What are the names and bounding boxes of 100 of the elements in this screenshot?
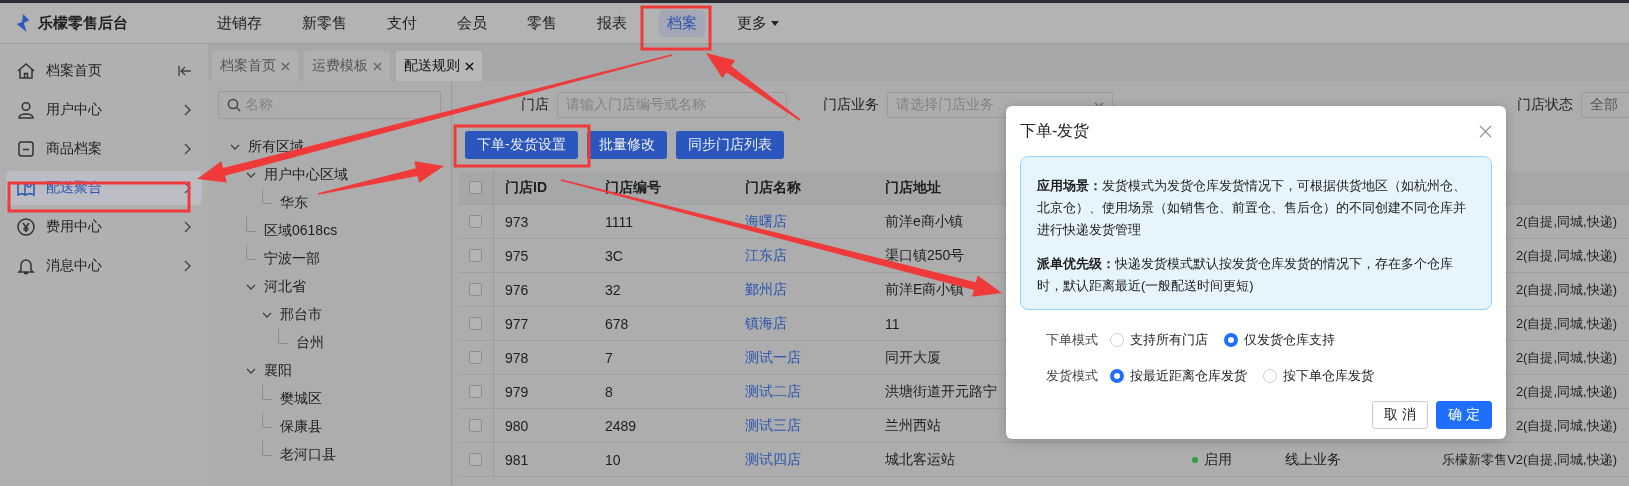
table-cell: 678 bbox=[605, 315, 629, 332]
checkbox[interactable] bbox=[469, 419, 482, 432]
table-cell: 洪塘街道开元路宁 bbox=[885, 382, 997, 401]
action-button[interactable]: 批量修改 bbox=[586, 131, 667, 159]
sidebar-item[interactable]: 档案首页 bbox=[6, 54, 202, 88]
checkbox[interactable] bbox=[469, 181, 482, 194]
table-cell: 兰州西站 bbox=[885, 416, 941, 435]
table-cell: 11 bbox=[885, 315, 900, 332]
tree-node[interactable]: 区域0618cs bbox=[264, 222, 338, 240]
filter-field[interactable]: 全部 bbox=[1581, 91, 1629, 118]
table-cell: 7 bbox=[605, 349, 613, 366]
tab[interactable]: 运费模板 bbox=[304, 51, 390, 81]
chevron-right-icon bbox=[184, 104, 192, 116]
filter-label: 门店 bbox=[520, 95, 549, 114]
table-cell: 973 bbox=[505, 213, 529, 230]
caret-icon bbox=[771, 20, 779, 26]
tree-node[interactable]: 宁波一部 bbox=[264, 250, 320, 268]
table-cell: 2(自提,同城,快递) bbox=[1515, 314, 1617, 333]
sidebar-label: 档案首页 bbox=[46, 62, 103, 80]
table-cell: 8 bbox=[605, 383, 613, 400]
checkbox[interactable] bbox=[469, 283, 482, 296]
chevron-down-icon[interactable] bbox=[246, 366, 256, 376]
logo-icon bbox=[14, 13, 32, 33]
table-cell: 981 bbox=[505, 451, 529, 468]
checkbox[interactable] bbox=[469, 249, 482, 262]
tree-node[interactable]: 邢台市 bbox=[280, 306, 322, 324]
radio-option[interactable]: 按最近距离仓库发货 bbox=[1110, 367, 1247, 385]
table-cell: 10 bbox=[605, 451, 621, 468]
filter-label: 门店业务 bbox=[823, 95, 879, 114]
table-cell: 渠口镇250号 bbox=[885, 246, 965, 265]
action-button[interactable]: 下单-发货设置 bbox=[465, 131, 578, 159]
tab[interactable]: 配送规则 bbox=[396, 51, 482, 81]
nav-item[interactable]: 报表 bbox=[589, 9, 635, 37]
sidebar-item[interactable]: 消息中心 bbox=[6, 249, 202, 283]
chevron-down-icon[interactable] bbox=[262, 310, 272, 320]
action-button[interactable]: 同步门店列表 bbox=[675, 131, 784, 159]
search-icon bbox=[227, 98, 241, 112]
table-cell: 2(自提,同城,快递) bbox=[1515, 382, 1617, 401]
sidebar-item[interactable]: 费用中心 bbox=[6, 210, 202, 244]
table-cell: 2(自提,同城,快递) bbox=[1515, 212, 1617, 231]
table-cell: 979 bbox=[505, 383, 529, 400]
nav-item[interactable]: 更多 bbox=[729, 9, 787, 37]
table-cell: 980 bbox=[505, 417, 529, 434]
tree-node[interactable]: 老河口县 bbox=[280, 446, 336, 464]
sidebar-item[interactable]: 商品档案 bbox=[6, 132, 202, 166]
radio-button[interactable] bbox=[1110, 369, 1124, 383]
table-cell: 977 bbox=[505, 315, 529, 332]
tree-node[interactable]: 樊城区 bbox=[280, 390, 322, 408]
chevron-down-icon[interactable] bbox=[230, 142, 240, 152]
checkbox[interactable] bbox=[469, 385, 482, 398]
highlight-frame bbox=[640, 5, 712, 51]
option-label: 下单模式 bbox=[1046, 331, 1098, 349]
chevron-right-icon bbox=[184, 221, 192, 233]
dialog-button[interactable]: 取 消 bbox=[1372, 401, 1428, 429]
radio-button[interactable] bbox=[1224, 333, 1238, 347]
nav-item[interactable]: 进销存 bbox=[209, 9, 270, 37]
checkbox[interactable] bbox=[469, 317, 482, 330]
nav-item[interactable]: 新零售 bbox=[294, 9, 355, 37]
sidebar-item[interactable]: 用户中心 bbox=[6, 93, 202, 127]
chevron-right-icon bbox=[184, 260, 192, 272]
tree-node[interactable]: 用户中心区域 bbox=[264, 166, 348, 184]
tree-node[interactable]: 保康县 bbox=[280, 418, 322, 436]
tree-node[interactable]: 华东 bbox=[280, 194, 308, 212]
radio-option[interactable]: 按下单仓库发货 bbox=[1263, 367, 1374, 385]
table-cell: 975 bbox=[505, 247, 529, 264]
table-cell: 2(自提,同城,快递) bbox=[1515, 246, 1617, 265]
table-cell: 32 bbox=[605, 281, 621, 298]
table-cell: 线上业务 bbox=[1285, 450, 1341, 469]
table-cell: 城北客运站 bbox=[885, 450, 955, 469]
tab[interactable]: 档案首页 bbox=[212, 51, 298, 81]
table-cell: 前洋e商小镇 bbox=[885, 212, 963, 231]
app-name: 乐檬零售后台 bbox=[38, 13, 128, 33]
status-text: 启用 bbox=[1204, 450, 1232, 469]
chevron-down-icon[interactable] bbox=[246, 170, 256, 180]
radio-option[interactable]: 支持所有门店 bbox=[1110, 331, 1208, 349]
tree-node[interactable]: 河北省 bbox=[264, 278, 306, 296]
checkbox[interactable] bbox=[469, 453, 482, 466]
checkbox[interactable] bbox=[469, 215, 482, 228]
table-cell: 2(自提,同城,快递) bbox=[1515, 348, 1617, 367]
nav-item[interactable]: 零售 bbox=[519, 9, 565, 37]
nav-item[interactable]: 会员 bbox=[449, 9, 495, 37]
chevron-down-icon[interactable] bbox=[246, 282, 256, 292]
column-header: 门店地址 bbox=[885, 178, 941, 197]
dialog-title: 下单-发货 bbox=[1020, 120, 1090, 141]
close-icon[interactable] bbox=[465, 61, 474, 71]
tree-node[interactable]: 襄阳 bbox=[264, 362, 292, 380]
info-text: 应用场景：发货模式为发货仓库发货情况下，可根据供货地区（如杭州仓、北京仓）、使用场景（如销售仓、前置仓、售后仓）的不同创建不同仓库并进行快递发货管理 bbox=[1037, 177, 1467, 239]
table-cell: 乐檬新零售V2(自提,同城,快递) bbox=[1442, 450, 1617, 469]
checkbox[interactable] bbox=[469, 351, 482, 364]
option-label: 发货模式 bbox=[1046, 367, 1098, 385]
table-cell: 1111 bbox=[605, 213, 634, 230]
nav-item[interactable]: 支付 bbox=[379, 9, 425, 37]
dialog-button[interactable]: 确 定 bbox=[1436, 401, 1492, 429]
table-cell: 3C bbox=[605, 247, 623, 264]
table-cell: 2(自提,同城,快递) bbox=[1515, 416, 1617, 435]
tree-node[interactable]: 台州 bbox=[296, 334, 324, 352]
info-text: 派单优先级：快递发货模式默认按发货仓库发货的情况下，存在多个仓库时，默认距离最近(一般配送时间更短) bbox=[1037, 255, 1454, 295]
radio-option[interactable]: 仅发货仓库支持 bbox=[1224, 331, 1335, 349]
collapse-icon[interactable] bbox=[178, 65, 192, 77]
column-header: 门店ID bbox=[505, 178, 547, 197]
